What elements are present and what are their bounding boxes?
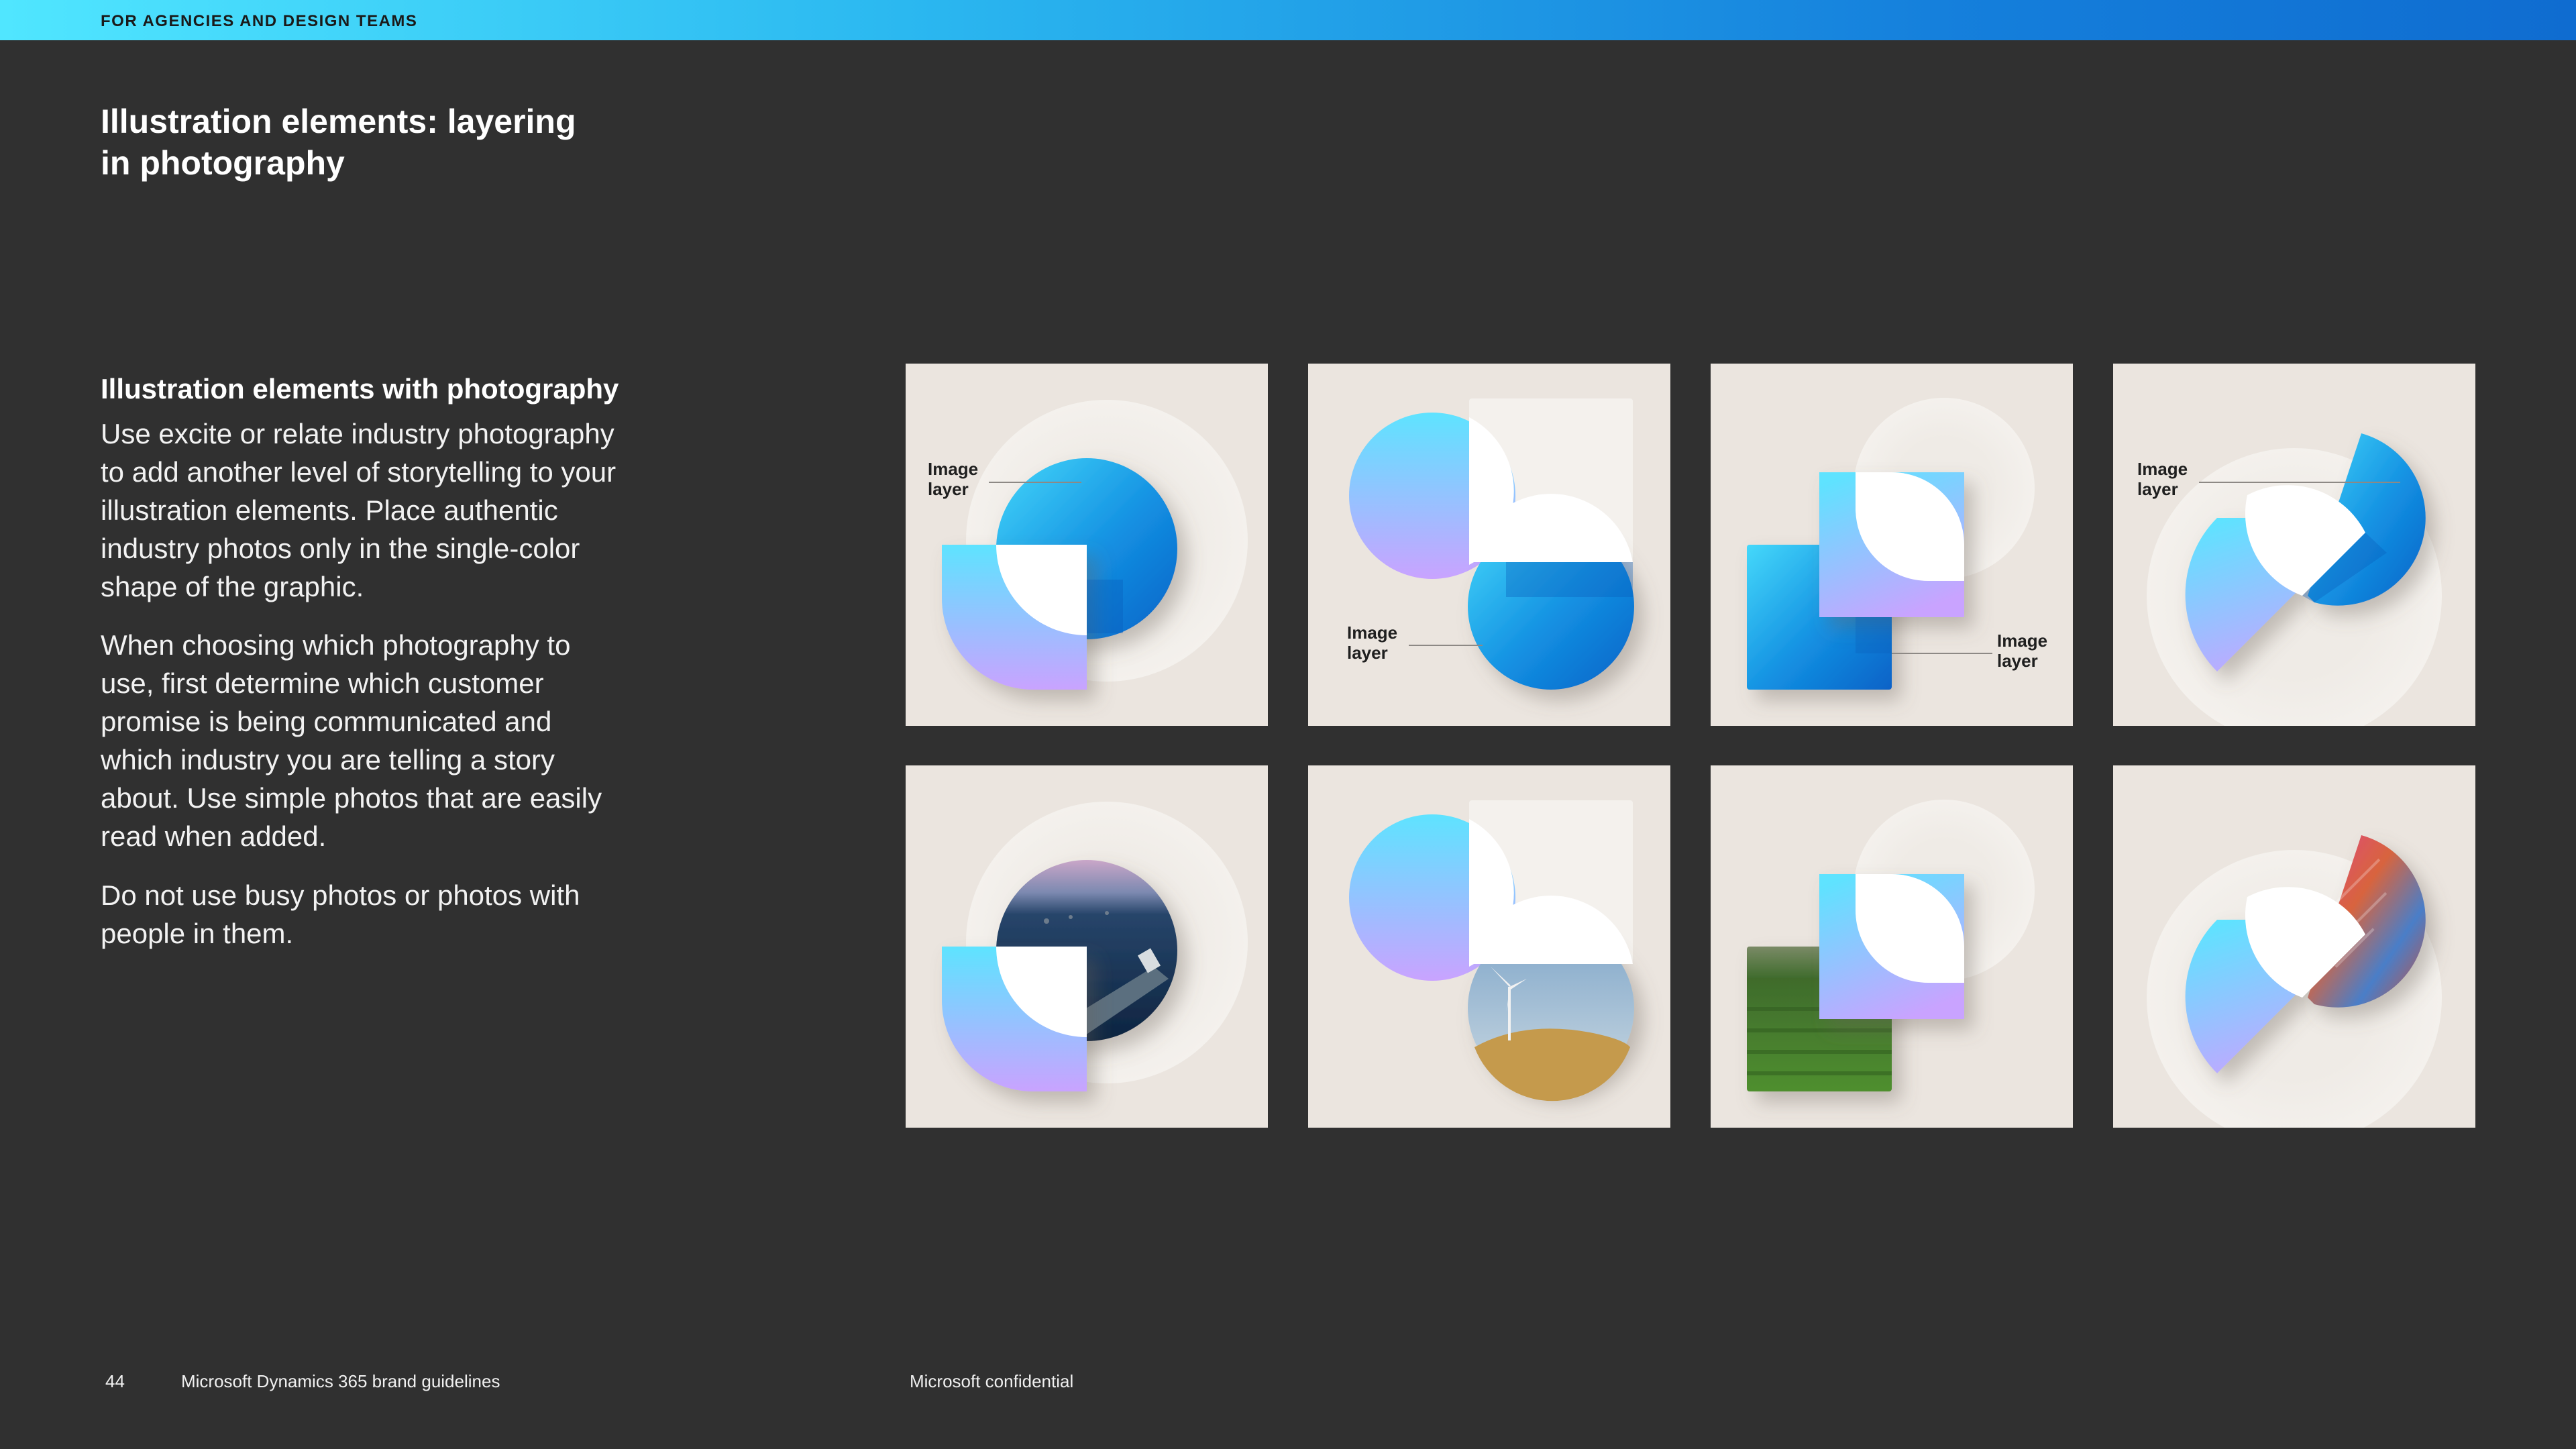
tile-leaf-square-photo — [1711, 765, 2073, 1128]
tile-circle-quarter-illustration: Image layer — [906, 364, 1268, 726]
section-heading: Illustration elements with photography — [101, 373, 619, 405]
body-paragraph-1: Use excite or relate industry photograph… — [101, 418, 616, 602]
top-banner: FOR AGENCIES AND DESIGN TEAMS — [0, 0, 2576, 40]
callout-leader-line — [1409, 645, 1483, 646]
page-number: 44 — [105, 1371, 125, 1391]
body-paragraph-2: When choosing which photography to use, … — [101, 629, 602, 852]
image-layer-callout: Image layer — [1347, 623, 1398, 663]
tile-circle-overlap-photo — [1308, 765, 1670, 1128]
document-title: Microsoft Dynamics 365 brand guidelines — [181, 1371, 500, 1391]
confidential-label: Microsoft confidential — [910, 1371, 1074, 1391]
image-layer-callout: Image layer — [2137, 459, 2188, 499]
callout-leader-line — [2199, 482, 2400, 483]
callout-leader-line — [989, 482, 1081, 483]
page-title: Illustration elements: layering in photo… — [101, 103, 576, 182]
tile-leaf-square-illustration: Image layer — [1711, 364, 2073, 726]
image-layer-callout: Image layer — [1997, 631, 2048, 671]
body-paragraph-3: Do not use busy photos or photos with pe… — [101, 879, 580, 949]
tile-circle-overlap-illustration: Image layer — [1308, 364, 1670, 726]
tile-diagonal-fan-illustration: Image layer — [2113, 364, 2475, 726]
tile-circle-quarter-photo — [906, 765, 1268, 1128]
hill-shape — [1474, 1028, 1630, 1102]
tile-diagonal-fan-photo — [2113, 765, 2475, 1128]
image-layer-callout: Image layer — [928, 459, 979, 499]
callout-leader-line — [1892, 653, 1992, 654]
audience-label: FOR AGENCIES AND DESIGN TEAMS — [101, 12, 418, 30]
